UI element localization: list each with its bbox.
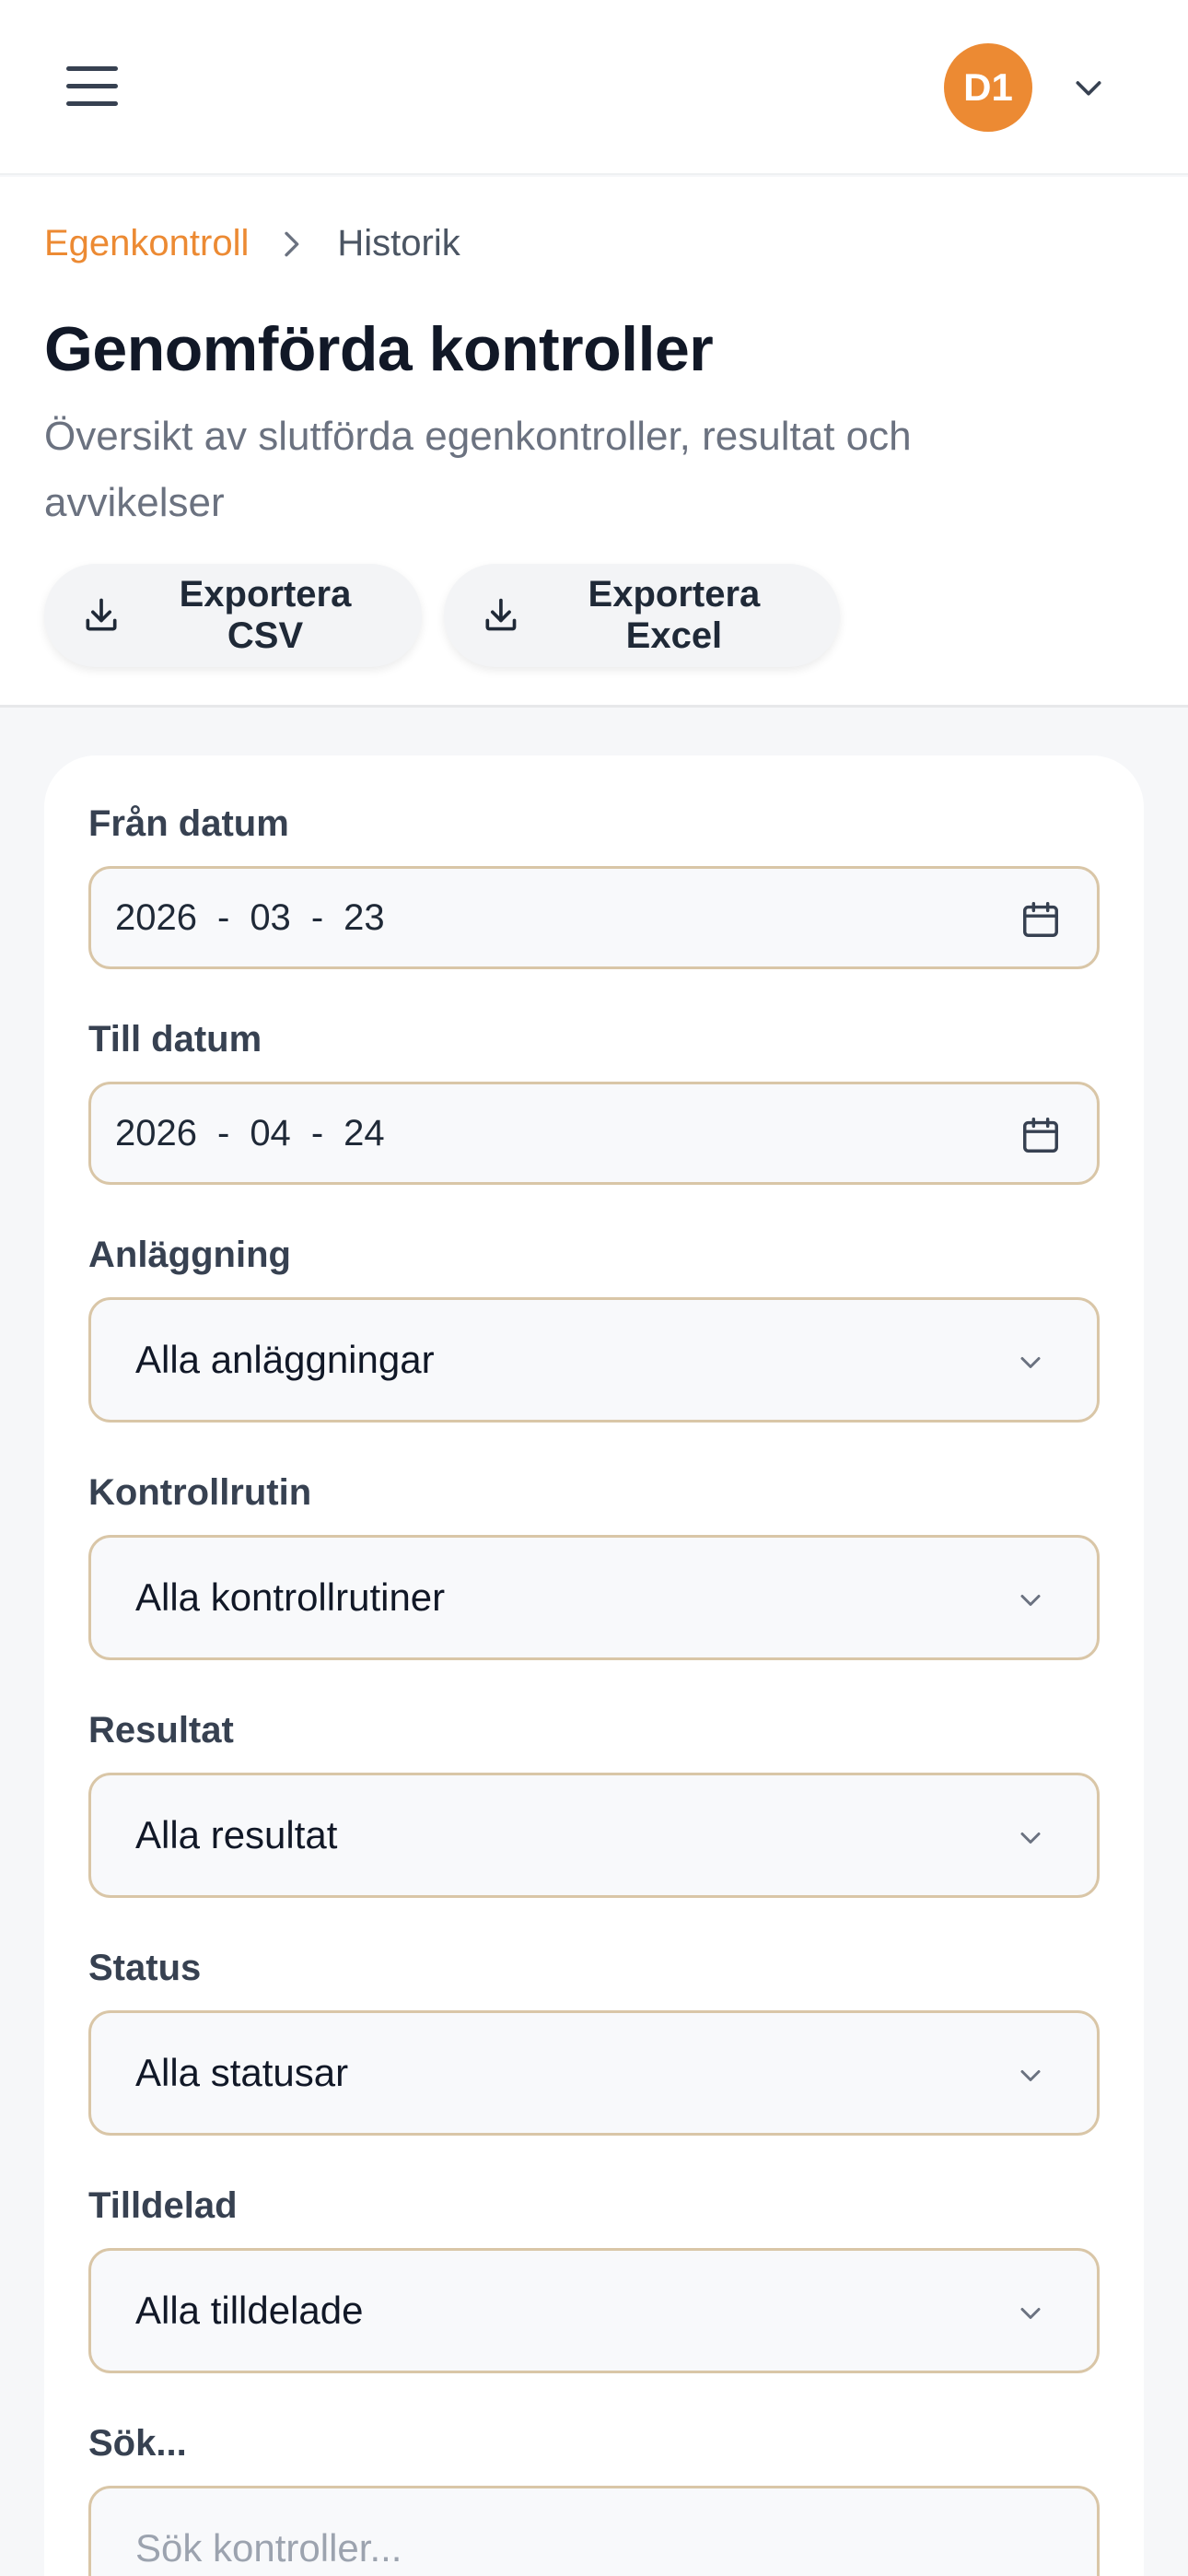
from-date-year[interactable]: 2026 [115, 897, 197, 939]
facility-select[interactable]: Alla anläggningar [88, 1297, 1100, 1423]
chevron-down-icon [1020, 2308, 1041, 2319]
date-separator: - [216, 896, 230, 938]
search-label: Sök... [88, 2423, 187, 2464]
download-icon [86, 598, 117, 631]
top-bar: D1 [0, 0, 1188, 175]
to-date-month[interactable]: 04 [250, 1113, 291, 1154]
status-select-value: Alla statusar [135, 2051, 349, 2094]
chevron-down-icon [1020, 2070, 1041, 2081]
breadcrumb: Egenkontroll Historik [44, 223, 460, 264]
date-separator: - [216, 1112, 230, 1153]
hamburger-line [66, 65, 118, 71]
facility-select-value: Alla anläggningar [135, 1338, 435, 1381]
download-icon [485, 598, 517, 631]
from-date-input[interactable]: 2026 - 03 - 23 [88, 866, 1100, 969]
page-header: Egenkontroll Historik Genomförda kontrol… [0, 177, 1188, 708]
hamburger-line [66, 83, 118, 88]
chevron-right-icon [285, 231, 299, 256]
routine-select[interactable]: Alla kontrollrutiner [88, 1535, 1100, 1660]
to-date-label: Till datum [88, 1019, 262, 1060]
date-separator: - [310, 1112, 324, 1153]
result-select-value: Alla resultat [135, 1813, 338, 1856]
date-separator: - [310, 896, 324, 938]
assigned-select-value: Alla tilldelade [135, 2289, 364, 2332]
chevron-down-icon [1020, 1357, 1041, 1368]
result-label: Resultat [88, 1710, 234, 1751]
hamburger-line [66, 100, 118, 106]
filter-card: Från datum 2026 - 03 - 23 Till datum 202… [44, 755, 1144, 2576]
routine-select-value: Alla kontrollrutiner [135, 1575, 446, 1619]
export-csv-label: Exportera CSV [179, 574, 352, 656]
from-date-label: Från datum [88, 803, 289, 844]
routine-label: Kontrollrutin [88, 1472, 312, 1513]
page-title: Genomförda kontroller [44, 314, 714, 384]
hamburger-menu-icon[interactable] [66, 57, 131, 114]
chevron-down-icon [1020, 1595, 1041, 1606]
page-subtitle: Översikt av slutförda egenkontroller, re… [44, 414, 912, 525]
status-select[interactable]: Alla statusar [88, 2010, 1100, 2136]
breadcrumb-link-egenkontroll[interactable]: Egenkontroll [44, 223, 249, 264]
from-date-month[interactable]: 03 [250, 897, 291, 939]
export-excel-label: Exportera Excel [588, 574, 761, 656]
chevron-down-icon[interactable] [1068, 69, 1109, 106]
calendar-icon[interactable] [1019, 898, 1062, 941]
from-date-day[interactable]: 23 [344, 897, 385, 939]
assigned-select[interactable]: Alla tilldelade [88, 2248, 1100, 2373]
status-label: Status [88, 1948, 202, 1988]
to-date-input[interactable]: 2026 - 04 - 24 [88, 1082, 1100, 1185]
to-date-year[interactable]: 2026 [115, 1113, 197, 1154]
search-input[interactable] [88, 2486, 1100, 2576]
facility-label: Anläggning [88, 1235, 291, 1275]
export-excel-button[interactable]: Exportera Excel [444, 564, 840, 667]
result-select[interactable]: Alla resultat [88, 1773, 1100, 1898]
to-date-day[interactable]: 24 [344, 1113, 385, 1154]
assigned-label: Tilldelad [88, 2185, 238, 2226]
avatar[interactable]: D1 [944, 43, 1032, 132]
calendar-icon[interactable] [1019, 1114, 1062, 1156]
breadcrumb-current: Historik [337, 223, 460, 263]
export-csv-button[interactable]: Exportera CSV [44, 564, 422, 667]
chevron-down-icon [1020, 1832, 1041, 1844]
